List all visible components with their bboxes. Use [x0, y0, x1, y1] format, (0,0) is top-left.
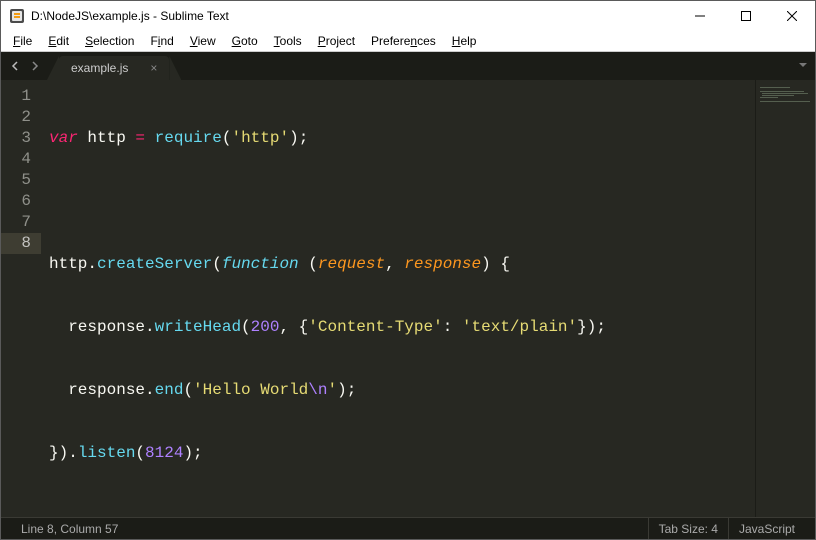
param: response [404, 255, 481, 273]
menu-help[interactable]: Help [444, 32, 485, 50]
menu-label: ile [20, 34, 32, 48]
menu-edit[interactable]: Edit [40, 32, 77, 50]
string: 'http' [231, 129, 289, 147]
tab-example-js[interactable]: example.js × [59, 56, 169, 80]
indent [49, 318, 68, 336]
identifier: response [68, 318, 145, 336]
punct: }) [49, 444, 68, 462]
string: 'Hello World [193, 381, 308, 399]
punct: . [145, 381, 155, 399]
menu-label: ces [417, 34, 436, 48]
punct: . [87, 255, 97, 273]
tab-label: example.js [71, 61, 128, 75]
punct: ) [183, 444, 193, 462]
punct: ) [289, 129, 299, 147]
tab-overflow-button[interactable] [797, 58, 809, 76]
line-number: 2 [1, 107, 31, 128]
menu-label: oto [241, 34, 258, 48]
punct: ( [135, 444, 145, 462]
window-minimize-button[interactable] [677, 1, 723, 31]
function: createServer [97, 255, 212, 273]
punct: ( [241, 318, 251, 336]
punct: ) [481, 255, 491, 273]
window-maximize-button[interactable] [723, 1, 769, 31]
punct: . [68, 444, 78, 462]
window-close-button[interactable] [769, 1, 815, 31]
menu-preferences[interactable]: Preferences [363, 32, 444, 50]
text [78, 129, 88, 147]
menu-find[interactable]: Find [142, 32, 181, 50]
nav-forward-button[interactable] [25, 56, 45, 76]
punct: { [491, 255, 510, 273]
number: 200 [251, 318, 280, 336]
punct: } [577, 318, 587, 336]
indent [49, 381, 68, 399]
punct: ( [212, 255, 222, 273]
punct: , [279, 318, 298, 336]
menu-label: ools [280, 34, 302, 48]
operator: = [126, 129, 155, 147]
identifier: http [87, 129, 125, 147]
punct: ; [347, 381, 357, 399]
punct: { [299, 318, 309, 336]
app-icon [9, 8, 25, 24]
menu-project[interactable]: Project [310, 32, 363, 50]
function: require [155, 129, 222, 147]
identifier: http [49, 255, 87, 273]
tab-strip: example.js × [1, 52, 815, 80]
text [299, 255, 309, 273]
menu-tools[interactable]: Tools [266, 32, 310, 50]
keyword: var [49, 129, 78, 147]
punct: , [385, 255, 404, 273]
line-number: 8 [1, 233, 41, 254]
line-number-gutter[interactable]: 1 2 3 4 5 6 7 8 [1, 80, 41, 517]
menu-label: iew [198, 34, 216, 48]
function: writeHead [155, 318, 241, 336]
param: request [318, 255, 385, 273]
menu-label: dit [56, 34, 69, 48]
code-editor[interactable]: var http = require('http'); http.createS… [41, 80, 755, 517]
punct: ; [299, 129, 309, 147]
escape: \n [308, 381, 327, 399]
line-number: 6 [1, 191, 31, 212]
menu-view[interactable]: View [182, 32, 224, 50]
punct: . [145, 318, 155, 336]
menu-label: election [93, 34, 134, 48]
line-number: 5 [1, 170, 31, 191]
nav-back-button[interactable] [5, 56, 25, 76]
function: end [155, 381, 184, 399]
punct: ; [193, 444, 203, 462]
window-titlebar: D:\NodeJS\example.js - Sublime Text [1, 1, 815, 31]
menu-bar: File Edit Selection Find View Goto Tools… [1, 31, 815, 52]
line-number: 4 [1, 149, 31, 170]
number: 8124 [145, 444, 183, 462]
string: ' [327, 381, 337, 399]
line-number: 3 [1, 128, 31, 149]
punct: ) [587, 318, 597, 336]
tab-close-button[interactable]: × [150, 61, 157, 75]
menu-file[interactable]: File [5, 32, 40, 50]
punct: ( [308, 255, 318, 273]
identifier: response [68, 381, 145, 399]
punct: ) [337, 381, 347, 399]
line-number: 1 [1, 86, 31, 107]
string: 'Content-Type' [308, 318, 442, 336]
menu-goto[interactable]: Goto [224, 32, 266, 50]
punct: : [443, 318, 462, 336]
line-number: 7 [1, 212, 31, 233]
window-title: D:\NodeJS\example.js - Sublime Text [31, 9, 229, 23]
editor-area: 1 2 3 4 5 6 7 8 var http = require('http… [1, 80, 815, 517]
minimap[interactable] [755, 80, 815, 517]
function: listen [78, 444, 136, 462]
keyword: function [222, 255, 299, 273]
menu-selection[interactable]: Selection [77, 32, 142, 50]
punct: ; [596, 318, 606, 336]
menu-label: elp [460, 34, 476, 48]
menu-label: roject [326, 34, 355, 48]
punct: ( [183, 381, 193, 399]
menu-label: nd [160, 34, 173, 48]
string: 'text/plain' [462, 318, 577, 336]
